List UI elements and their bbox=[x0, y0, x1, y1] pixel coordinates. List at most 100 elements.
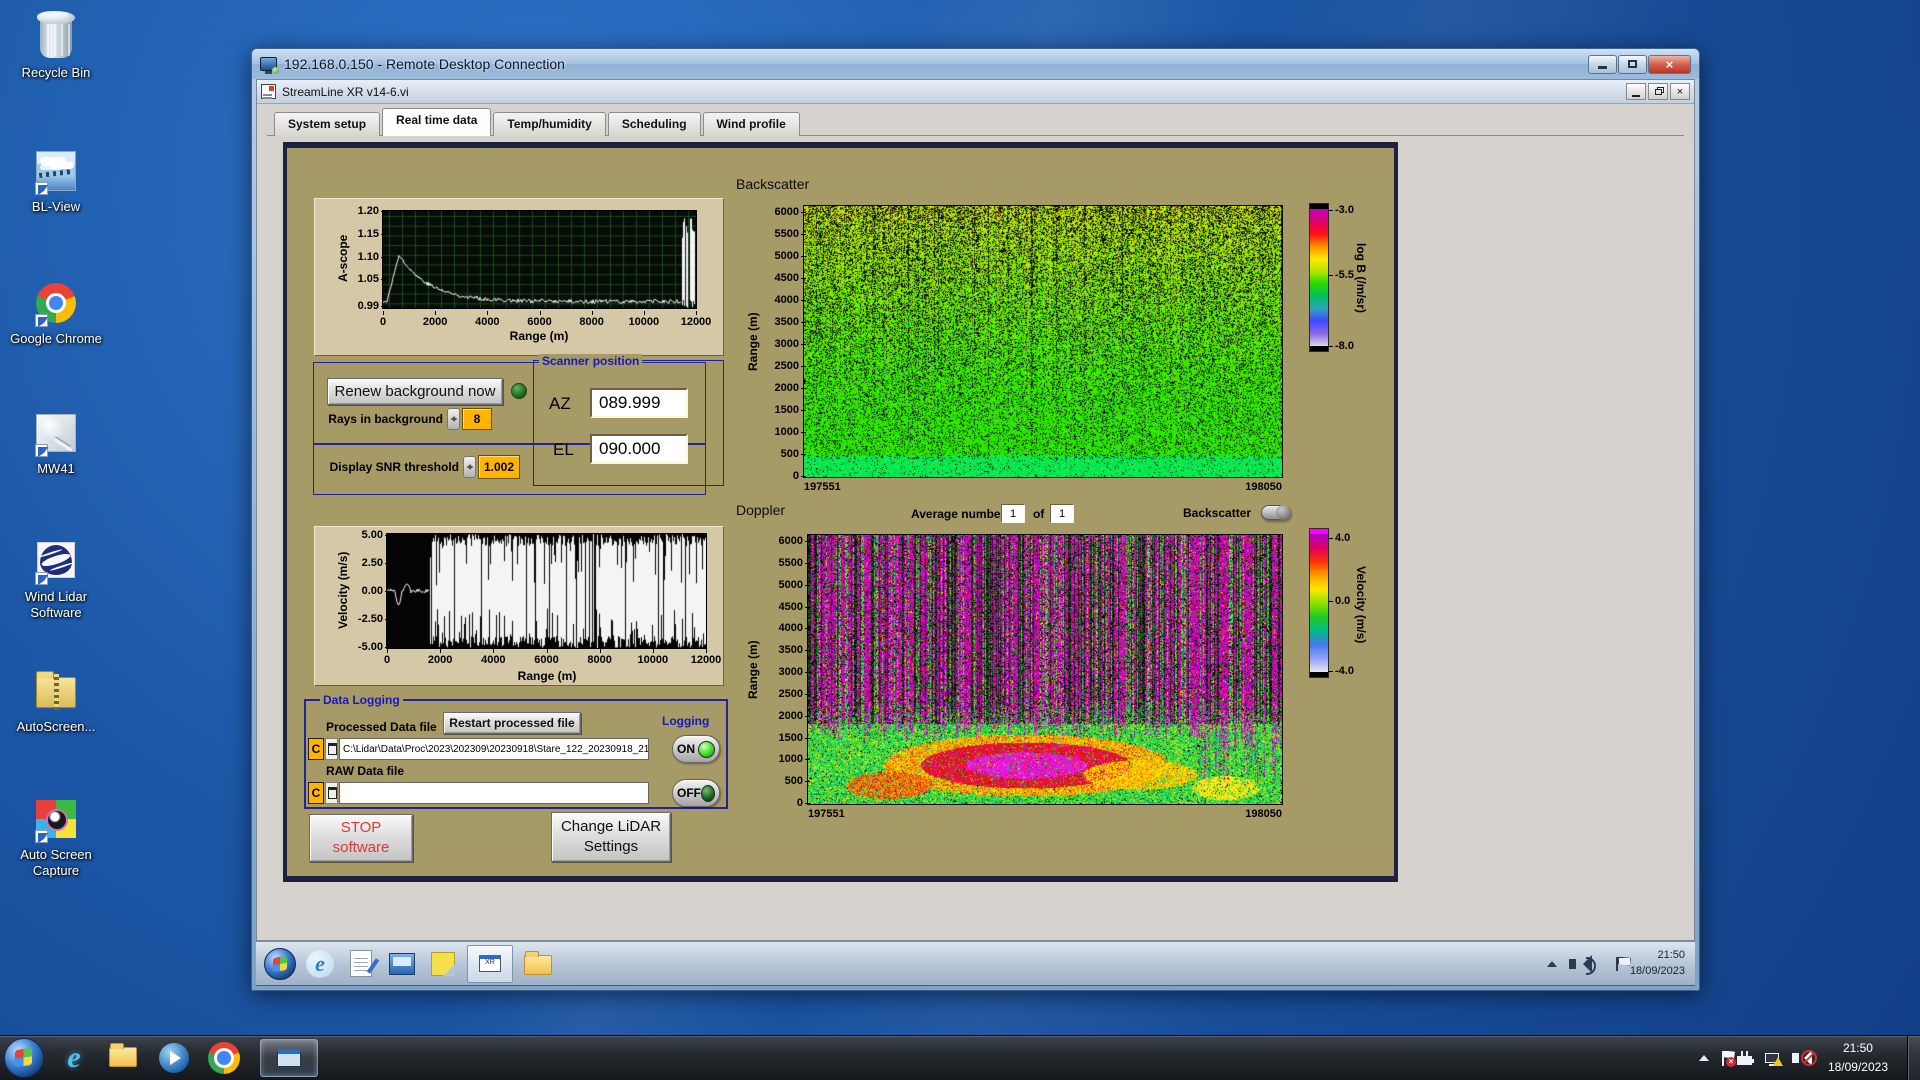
ascope-x-tick: 0 bbox=[353, 311, 413, 328]
on-label: ON bbox=[677, 742, 695, 756]
taskbar-ie-icon[interactable]: e bbox=[54, 1038, 94, 1078]
tab-wind-profile[interactable]: Wind profile bbox=[702, 112, 800, 136]
remote-tray-action-center-icon[interactable] bbox=[1615, 956, 1618, 971]
ascope-y-tick: 1.10 bbox=[327, 251, 386, 263]
ascope-plot bbox=[382, 210, 697, 309]
app-titlebar[interactable]: StreamLine XR v14-6.vi × bbox=[257, 80, 1694, 104]
snr-value-field[interactable]: 1.002 bbox=[478, 455, 520, 479]
renew-background-led[interactable] bbox=[511, 383, 527, 399]
backscatter-cbar-tick: -8.0 bbox=[1328, 340, 1375, 352]
remote-taskbar-ie-icon[interactable]: e bbox=[303, 947, 337, 981]
change-lidar-settings-button[interactable]: Change LiDAR Settings bbox=[551, 812, 671, 862]
stop-software-button[interactable]: STOP software bbox=[309, 814, 413, 862]
taskbar-explorer-icon[interactable] bbox=[104, 1038, 144, 1078]
raw-file-path-field[interactable] bbox=[339, 782, 649, 804]
maximize-button[interactable] bbox=[1618, 54, 1647, 74]
rays-value-field[interactable]: 8 bbox=[462, 408, 492, 430]
remote-taskbar-streamline-button[interactable]: XR bbox=[467, 944, 513, 983]
app-restore-button[interactable] bbox=[1648, 83, 1668, 100]
taskbar-rdp-active-button[interactable] bbox=[260, 1039, 318, 1077]
processed-file-path-field[interactable]: C:\Lidar\Data\Proc\2023\202309\20230918\… bbox=[339, 738, 649, 760]
close-button[interactable]: × bbox=[1648, 54, 1691, 74]
average-total-field[interactable]: 1 bbox=[1050, 504, 1074, 523]
host-clock[interactable]: 21:50 18/09/2023 bbox=[1822, 1039, 1894, 1076]
doppler-y-tick: 2500 bbox=[751, 688, 810, 700]
minimize-button[interactable] bbox=[1588, 54, 1617, 74]
doppler-colorbar bbox=[1309, 528, 1329, 678]
doppler-y-tick: 3000 bbox=[751, 666, 810, 678]
az-label: AZ bbox=[549, 394, 571, 413]
remote-taskbar-notepad-icon[interactable] bbox=[344, 947, 378, 981]
tab-system-setup[interactable]: System setup bbox=[274, 112, 381, 136]
tray-action-center-icon[interactable] bbox=[1721, 1050, 1736, 1067]
backscatter-y-tick: 1500 bbox=[747, 404, 806, 416]
app-minimize-button[interactable] bbox=[1626, 83, 1646, 100]
velocity-y-tick: 5.00 bbox=[331, 529, 390, 541]
desktop-icon-google-chrome[interactable]: Google Chrome bbox=[2, 280, 110, 347]
start-button[interactable] bbox=[4, 1038, 44, 1078]
raw-data-file-label: RAW Data file bbox=[326, 764, 405, 778]
processed-data-file-label: Processed Data file bbox=[326, 720, 437, 734]
tab-scheduling[interactable]: Scheduling bbox=[607, 112, 701, 136]
processed-drive-selector[interactable]: C bbox=[308, 738, 324, 760]
velocity-y-tick: 0.00 bbox=[331, 585, 390, 597]
doppler-x-start: 197551 bbox=[808, 808, 845, 820]
restart-processed-file-button[interactable]: Restart processed file bbox=[443, 712, 581, 734]
raw-file-browse-icon[interactable] bbox=[325, 782, 338, 804]
taskbar-media-player-icon[interactable] bbox=[154, 1038, 194, 1078]
show-desktop-button[interactable] bbox=[1907, 1036, 1920, 1080]
processed-file-browse-icon[interactable] bbox=[325, 738, 338, 760]
tray-volume-muted-icon[interactable] bbox=[1791, 1050, 1817, 1066]
ascope-x-tick: 4000 bbox=[457, 311, 517, 328]
scanner-position-title: Scanner position bbox=[539, 354, 643, 368]
mw41-icon bbox=[32, 410, 80, 458]
tab-temp-humidity[interactable]: Temp/humidity bbox=[493, 112, 606, 136]
app-title: StreamLine XR v14-6.vi bbox=[282, 84, 409, 99]
doppler-y-tick: 2000 bbox=[751, 710, 810, 722]
average-number-field[interactable]: 1 bbox=[1001, 504, 1025, 523]
backscatter-toggle[interactable] bbox=[1261, 505, 1291, 520]
remote-clock[interactable]: 21:50 18/09/2023 bbox=[1630, 948, 1685, 980]
raw-drive-selector[interactable]: C bbox=[308, 782, 324, 804]
az-value-field[interactable]: 089.999 bbox=[590, 388, 688, 418]
desktop-icon-wind-lidar[interactable]: Wind Lidar Software bbox=[2, 538, 110, 620]
desktop-icon-autoscreen-zip[interactable]: AutoScreen... bbox=[2, 668, 110, 735]
tray-chevron-icon[interactable] bbox=[1698, 1055, 1709, 1061]
host-clock-time: 21:50 bbox=[1842, 1041, 1873, 1056]
el-value-field[interactable]: 090.000 bbox=[590, 434, 688, 464]
backscatter-y-tick: 2500 bbox=[747, 360, 806, 372]
processed-logging-on-button[interactable]: ON bbox=[672, 735, 720, 763]
desktop-icon-bl-view[interactable]: BL-View bbox=[2, 148, 110, 215]
rdp-window: 192.168.0.150 - Remote Desktop Connectio… bbox=[251, 48, 1700, 991]
of-label: of bbox=[1033, 507, 1045, 521]
app-close-button[interactable]: × bbox=[1670, 83, 1690, 100]
rays-spinner[interactable] bbox=[447, 408, 460, 430]
desktop-icon-auto-screen-capture[interactable]: Auto Screen Capture bbox=[2, 796, 110, 878]
off-label: OFF bbox=[677, 786, 701, 800]
remote-tray-volume-icon[interactable] bbox=[1568, 954, 1596, 975]
velocity-y-tick: -2.50 bbox=[331, 613, 390, 625]
rdp-titlebar[interactable]: 192.168.0.150 - Remote Desktop Connectio… bbox=[252, 49, 1699, 79]
remote-taskbar-app-icon[interactable] bbox=[385, 947, 419, 981]
doppler-title: Doppler bbox=[736, 502, 786, 518]
velocity-y-tick: 2.50 bbox=[331, 557, 390, 569]
remote-taskbar-notes-icon[interactable] bbox=[426, 947, 460, 981]
doppler-x-end: 198050 bbox=[1245, 808, 1282, 820]
ascope-x-tick: 6000 bbox=[510, 311, 570, 328]
remote-taskbar-folder-icon[interactable] bbox=[520, 947, 554, 981]
desktop-icon-label: AutoScreen... bbox=[16, 719, 96, 734]
snr-spinner[interactable] bbox=[463, 456, 476, 478]
doppler-y-tick: 1500 bbox=[751, 732, 810, 744]
desktop-icon-recycle-bin[interactable]: Recycle Bin bbox=[2, 11, 110, 81]
remote-tray-chevron-icon[interactable] bbox=[1546, 960, 1557, 967]
rays-in-background-label: Rays in background bbox=[328, 412, 443, 426]
tray-network-warning-icon[interactable] bbox=[1764, 1053, 1783, 1066]
tray-power-icon[interactable] bbox=[1736, 1050, 1754, 1065]
renew-background-button[interactable]: Renew background now bbox=[327, 378, 503, 405]
backscatter-plot bbox=[803, 205, 1283, 478]
tab-real-time-data[interactable]: Real time data bbox=[382, 108, 492, 136]
taskbar-chrome-icon[interactable] bbox=[204, 1038, 244, 1078]
remote-start-button[interactable] bbox=[264, 947, 296, 980]
desktop-icon-mw41[interactable]: MW41 bbox=[2, 410, 110, 477]
raw-logging-off-button[interactable]: OFF bbox=[672, 779, 720, 807]
